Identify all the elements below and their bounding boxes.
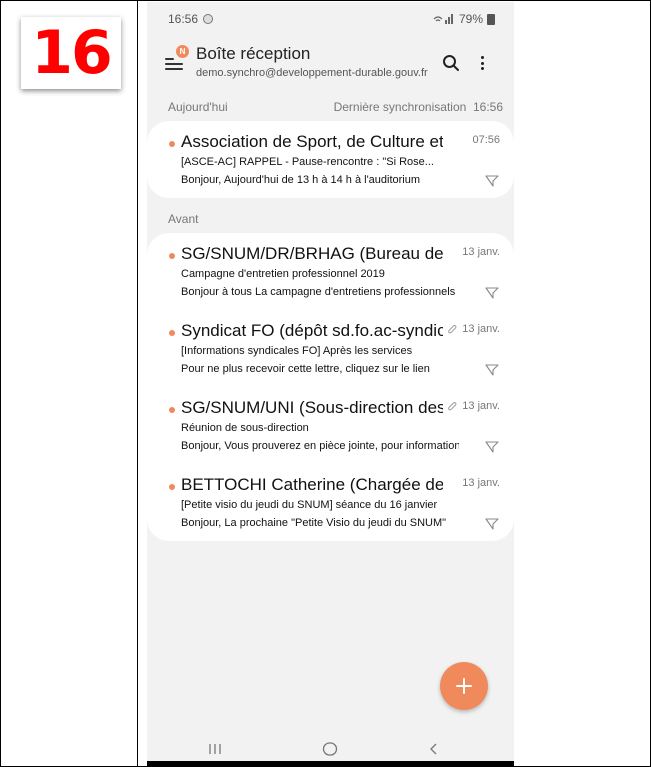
frame-divider <box>137 0 138 767</box>
unread-indicator <box>169 253 175 259</box>
app-header: N Boîte réception demo.synchro@developpe… <box>147 40 514 126</box>
bottom-strip <box>147 761 514 767</box>
navigation-bar <box>147 735 514 761</box>
older-email-card: SG/SNUM/DR/BRHAG (Bureau des ressources … <box>147 233 514 541</box>
email-date-text: 13 janv. <box>462 400 500 412</box>
plus-icon <box>456 678 472 694</box>
email-date: 13 janv. <box>462 477 500 489</box>
home-icon <box>322 742 338 756</box>
unread-indicator <box>169 484 175 490</box>
search-button[interactable] <box>441 53 461 73</box>
email-list-item[interactable]: SG/SNUM/UNI (Sous-direction des usages) 1… <box>147 387 514 464</box>
sync-label: Dernière synchronisation <box>333 100 467 114</box>
email-preview: Bonjour, Aujourd'hui de 13 h à 14 h à l'… <box>181 174 421 186</box>
home-button[interactable] <box>318 740 342 758</box>
back-button[interactable] <box>422 740 446 758</box>
section-label-before: Avant <box>168 212 199 226</box>
email-date: 13 janv. <box>462 246 500 258</box>
email-date-text: 13 janv. <box>462 477 500 489</box>
email-preview: Pour ne plus recevoir cette lettre, cliq… <box>181 363 430 375</box>
notification-dot-icon <box>203 14 214 24</box>
flag-outline-icon <box>485 364 499 376</box>
email-preview: Bonjour à tous La campagne d'entretiens … <box>181 286 456 298</box>
search-icon <box>443 55 459 71</box>
email-subject: [ASCE-AC] RAPPEL - Pause-rencontre : "Si… <box>181 156 434 168</box>
recent-apps-button[interactable] <box>203 740 227 758</box>
flag-button[interactable] <box>484 439 500 455</box>
menu-line-top <box>165 58 174 60</box>
flag-outline-icon <box>485 175 499 187</box>
email-list-item[interactable]: BETTOCHI Catherine (Chargée de mission) 1… <box>147 464 514 541</box>
email-sender: Association de Sport, de Culture et d'Ac… <box>181 132 443 151</box>
email-sender: SG/SNUM/UNI (Sous-direction des usages) <box>181 398 443 417</box>
step-number-badge: 16 <box>21 17 121 89</box>
menu-line-middle <box>165 63 183 65</box>
sync-time: 16:56 <box>472 100 503 114</box>
email-date: 13 janv. <box>447 400 500 412</box>
section-label-today: Aujourd'hui <box>168 100 228 114</box>
battery-percent: 79% <box>458 12 483 26</box>
flag-outline-icon <box>485 518 499 530</box>
flag-outline-icon <box>485 287 499 299</box>
unread-indicator <box>169 141 175 147</box>
more-options-button[interactable] <box>478 53 486 73</box>
section-header-before: Avant <box>147 208 514 230</box>
email-date: 13 janv. <box>447 323 500 335</box>
battery-icon <box>487 13 495 25</box>
menu-line-bottom <box>165 68 183 70</box>
new-mail-badge: N <box>176 45 189 58</box>
email-date-text: 13 janv. <box>462 323 500 335</box>
email-date-text: 13 janv. <box>462 246 500 258</box>
email-list-item[interactable]: SG/SNUM/DR/BRHAG (Bureau des ressources … <box>147 233 514 310</box>
recent-apps-icon <box>209 744 221 754</box>
email-preview: Bonjour, La prochaine "Petite Visio du j… <box>181 517 447 529</box>
email-subject: Campagne d'entretien professionnel 2019 <box>181 268 385 280</box>
today-email-card: Association de Sport, de Culture et d'Ac… <box>147 121 514 198</box>
status-time: 16:56 <box>168 12 199 26</box>
phone-screen: 16:56 79% N Boîte réception demo.synchro… <box>147 2 514 767</box>
email-sender: BETTOCHI Catherine (Chargée de mission) <box>181 475 443 494</box>
more-dot <box>480 67 484 70</box>
email-date-text: 07:56 <box>472 134 500 146</box>
paperclip-icon <box>448 324 457 333</box>
unread-indicator <box>169 330 175 336</box>
step-number: 16 <box>31 18 112 88</box>
unread-indicator <box>169 407 175 413</box>
flag-button[interactable] <box>484 516 500 532</box>
more-dot <box>480 56 484 59</box>
email-subject: [Informations syndicales FO] Après les s… <box>181 345 413 357</box>
email-sender: Syndicat FO (dépôt sd.fo.ac-syndicat) <box>181 321 443 340</box>
account-email: demo.synchro@developpement-durable.gouv.… <box>196 67 428 79</box>
signal-icon <box>433 14 453 24</box>
email-date: 07:56 <box>472 134 500 146</box>
status-bar: 16:56 79% <box>147 2 514 36</box>
flag-button[interactable] <box>484 173 500 189</box>
status-left: 16:56 <box>168 12 214 26</box>
section-header-today: Aujourd'hui Dernière synchronisation 16:… <box>147 96 514 118</box>
status-right: 79% <box>433 12 495 26</box>
flag-button[interactable] <box>484 362 500 378</box>
flag-outline-icon <box>485 441 499 453</box>
email-subject: Réunion de sous-direction <box>181 422 309 434</box>
email-sender: SG/SNUM/DR/BRHAG (Bureau des ressources … <box>181 244 443 263</box>
paperclip-icon <box>448 401 457 410</box>
email-preview: Bonjour, Vous prouverez en pièce jointe,… <box>181 440 459 452</box>
compose-button[interactable] <box>440 662 488 710</box>
email-subject: [Petite visio du jeudi du SNUM] séance d… <box>181 499 438 511</box>
sync-info: Dernière synchronisation 16:56 <box>334 100 503 114</box>
back-icon <box>430 743 437 755</box>
mailbox-title: Boîte réception <box>196 44 311 63</box>
email-list-item[interactable]: Syndicat FO (dépôt sd.fo.ac-syndicat) 13 … <box>147 310 514 387</box>
more-dot <box>480 61 484 65</box>
email-list-item[interactable]: Association de Sport, de Culture et d'Ac… <box>147 121 514 198</box>
flag-button[interactable] <box>484 285 500 301</box>
